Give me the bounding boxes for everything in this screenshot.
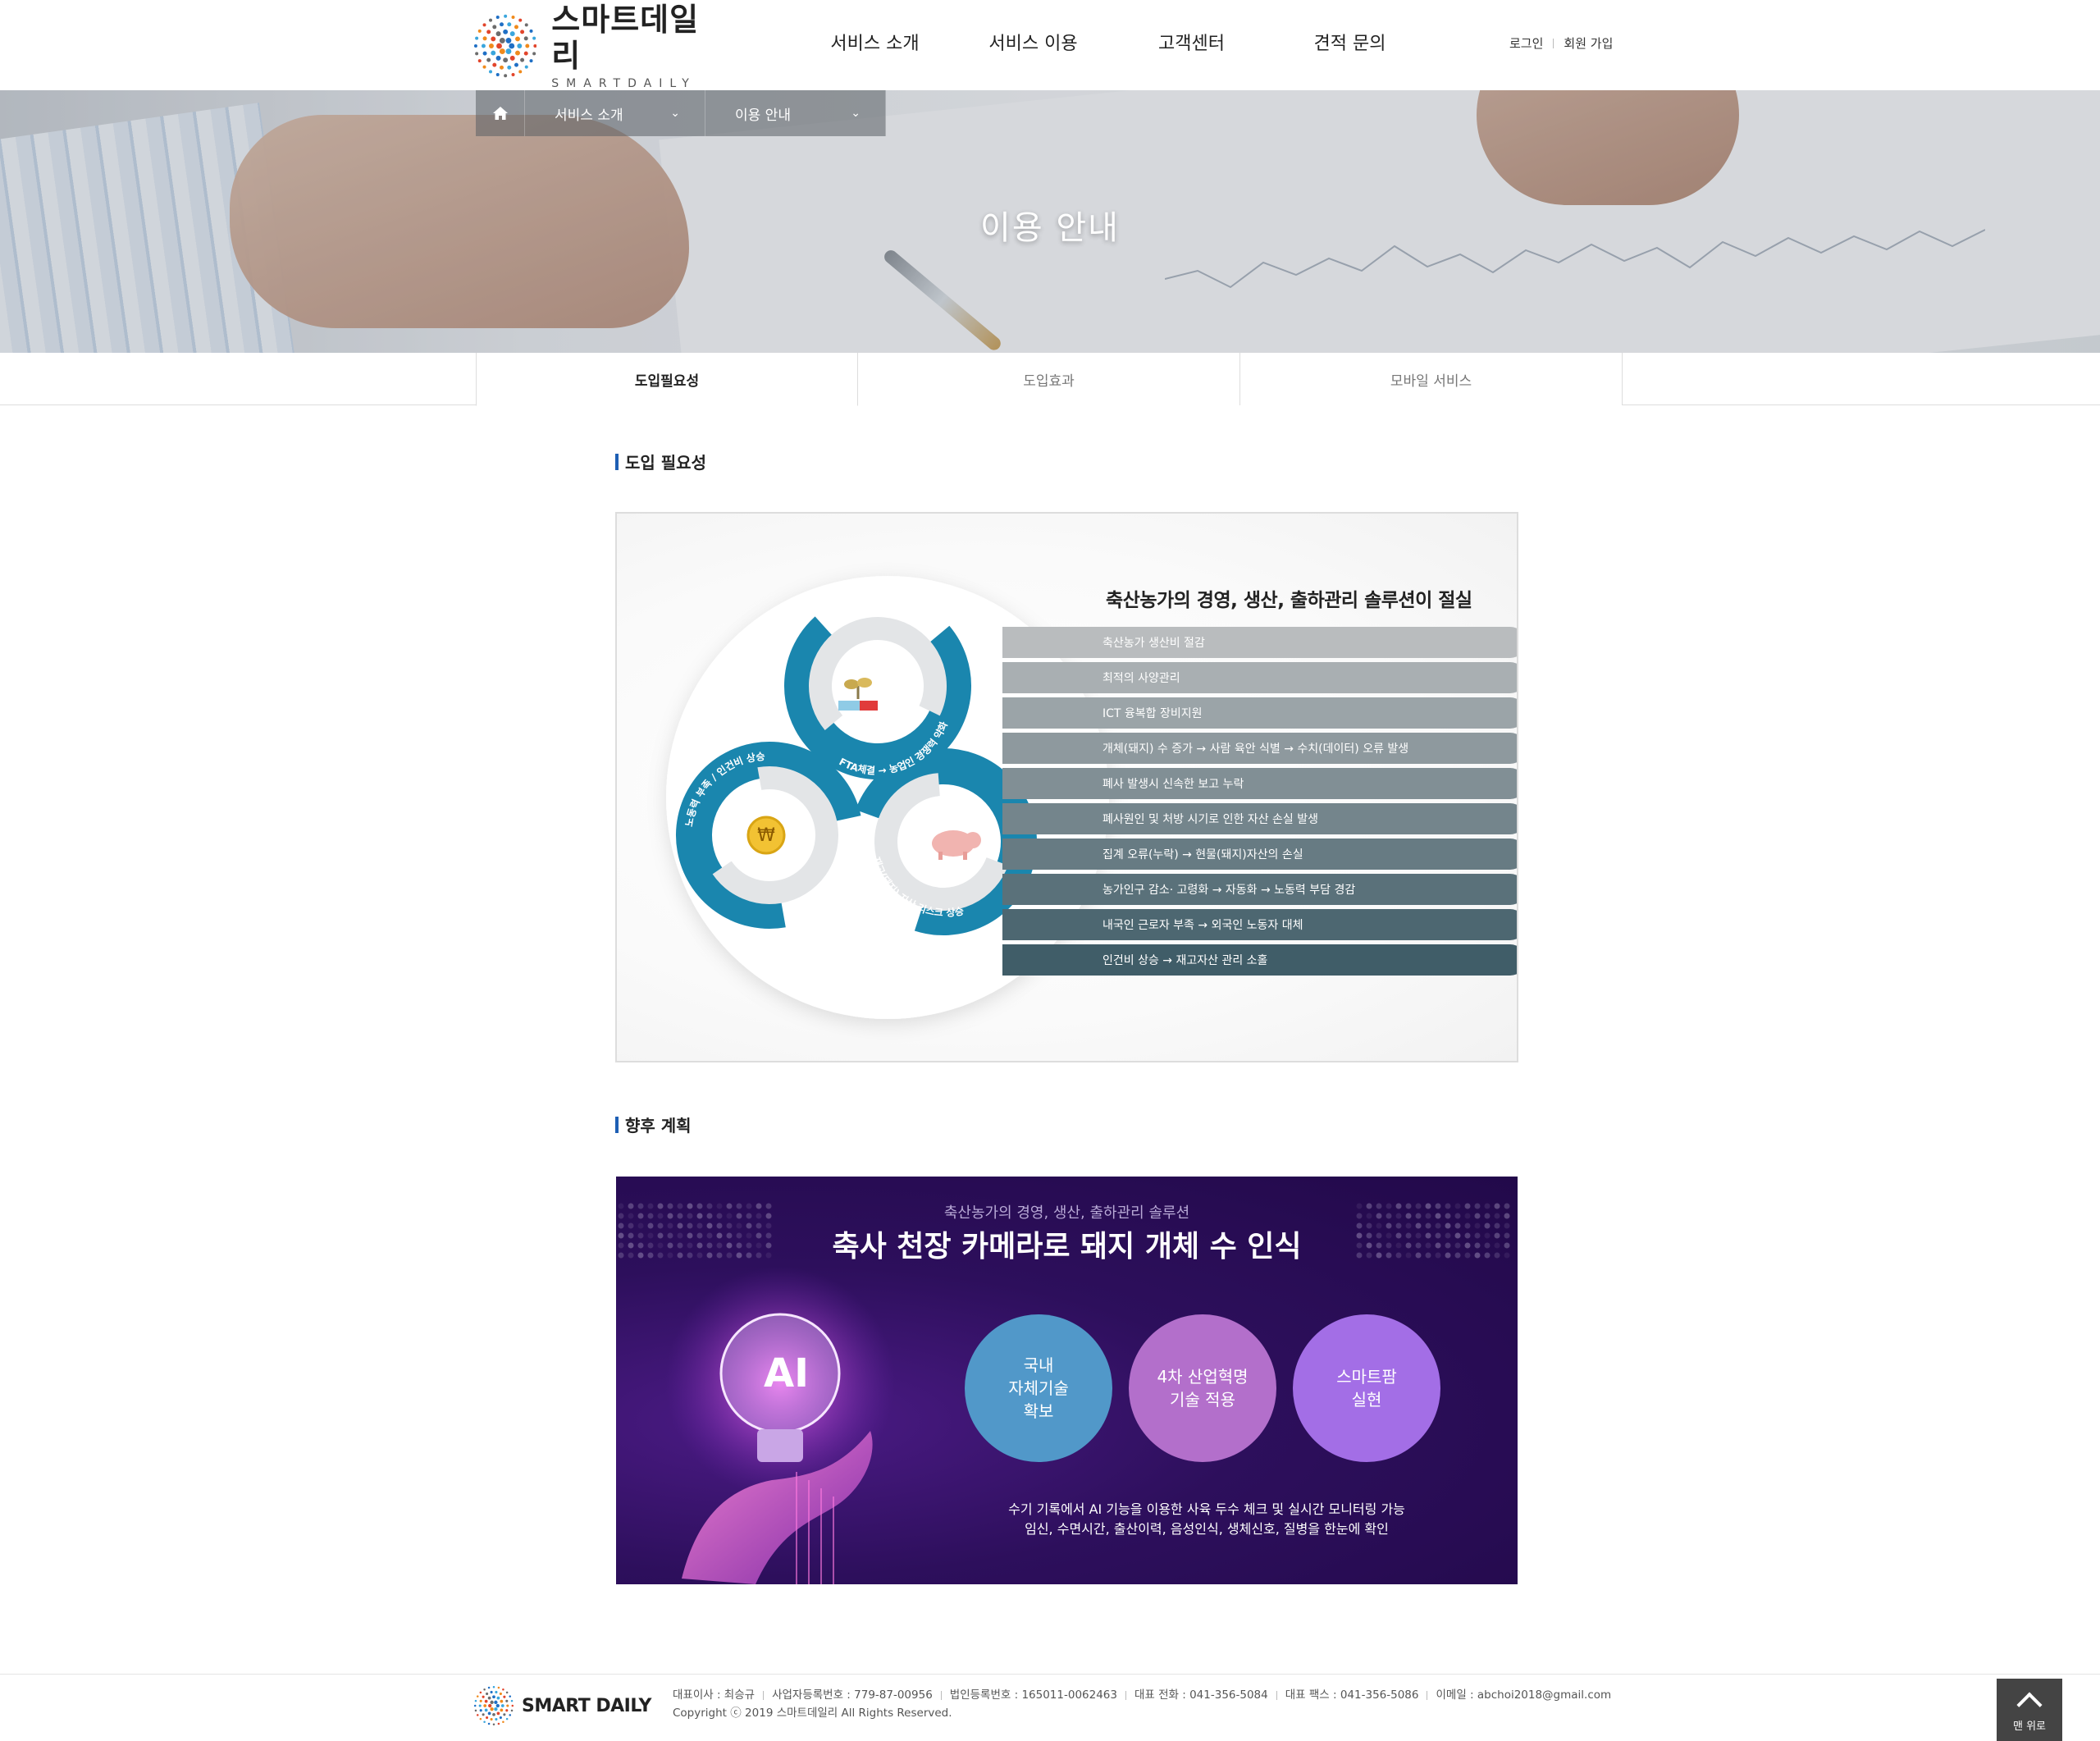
need-list-item-label: 농가인구 감소· 고령화 → 자동화 → 노동력 부담 경감 xyxy=(1102,884,1356,897)
won-coin-icon: ₩ xyxy=(746,816,786,855)
nav-item-estimate[interactable]: 견적 문의 xyxy=(1271,28,1429,61)
need-list-item-label: ICT 융복합 장비지원 xyxy=(1102,707,1203,720)
footer-divider xyxy=(1125,1690,1126,1700)
need-diagram: ₩ FTA체결 → 농업인 경쟁력 약화 노동력 부족 / 인건비 상승 재고(… xyxy=(615,512,1518,1062)
need-list-item-label: 폐사 발생시 신속한 보고 누락 xyxy=(1102,778,1244,791)
sub-tabs: 도입필요성 도입효과 모바일 서비스 xyxy=(476,353,1623,406)
plan-circle-line: 기술 적용 xyxy=(1170,1390,1235,1410)
logo-korean-text: 스마트데일리 xyxy=(551,2,700,74)
breadcrumb-label: 이용 안내 xyxy=(735,107,791,124)
footer-logo-dots-icon xyxy=(474,1686,514,1725)
plan-circle-line: 자체기술 xyxy=(1008,1378,1069,1398)
breadcrumb-label: 서비스 소개 xyxy=(555,107,623,124)
footer-info-item: 대표 전화 : 041-356-5084 xyxy=(1134,1688,1268,1702)
breadcrumb: 서비스 소개 ⌄ 이용 안내 ⌄ xyxy=(476,90,886,136)
section-title-plan: 향후 계획 xyxy=(615,1113,692,1136)
banner-subtitle: 축산농가의 경영, 생산, 출하관리 솔루션 xyxy=(943,1204,1190,1222)
need-list-item: 축산농가 생산비 절감 xyxy=(1002,627,1517,658)
login-link[interactable]: 로그인 xyxy=(1509,34,1543,52)
need-list-item-label: 축산농가 생산비 절감 xyxy=(1102,637,1205,650)
footer-info-item: 사업자등록번호 : 779-87-00956 xyxy=(772,1688,933,1702)
need-list-item-label: 인건비 상승 → 재고자산 관리 소홀 xyxy=(1102,954,1268,967)
breadcrumb-dropdown-service-intro[interactable]: 서비스 소개 ⌄ xyxy=(525,90,705,136)
need-list-item: 최적의 사양관리 xyxy=(1002,662,1517,693)
site-logo[interactable]: 스마트데일리 SMARTDAILY xyxy=(474,2,720,90)
footer-info: 대표이사 : 최승규 사업자등록번호 : 779-87-00956 법인등록번호 :… xyxy=(673,1686,1611,1722)
footer-info-item: 대표이사 : 최승규 xyxy=(673,1688,756,1702)
banner-description: 수기 기록에서 AI 기능을 이용한 사육 두수 체크 및 실시간 모니터링 가… xyxy=(961,1500,1453,1539)
site-header: 스마트데일리 SMARTDAILY 서비스 소개 서비스 이용 고객센터 견적 … xyxy=(0,0,2100,90)
footer-logo: SMART DAILY xyxy=(474,1686,651,1725)
plan-circle-industry-4: 4차 산업혁명기술 적용 xyxy=(1129,1314,1276,1462)
need-list-item: ICT 융복합 장비지원 xyxy=(1002,697,1517,729)
need-list-item-label: 폐사원인 및 처방 시기로 인한 자산 손실 발생 xyxy=(1102,813,1318,826)
plan-circle-line: 확보 xyxy=(1023,1401,1054,1421)
need-list-item: 내국인 근로자 부족 → 외국인 노동자 대체 xyxy=(1002,909,1517,940)
breadcrumb-dropdown-usage-guide[interactable]: 이용 안내 ⌄ xyxy=(705,90,886,136)
sub-visual-banner: 서비스 소개 ⌄ 이용 안내 ⌄ 이용 안내 xyxy=(0,90,2100,353)
site-footer: SMART DAILY 대표이사 : 최승규 사업자등록번호 : 779-87-0… xyxy=(0,1674,2100,1741)
logo-english-text: SMARTDAILY xyxy=(551,77,696,90)
nav-item-service-intro[interactable]: 서비스 소개 xyxy=(796,28,954,61)
banner-desc-line-1: 수기 기록에서 AI 기능을 이용한 사육 두수 체크 및 실시간 모니터링 가… xyxy=(1008,1501,1405,1517)
ai-text: AI xyxy=(764,1350,809,1396)
footer-info-item: 법인등록번호 : 165011-0062463 xyxy=(949,1688,1117,1702)
plan-circle-line: 실현 xyxy=(1351,1390,1382,1410)
need-list-item: 농가인구 감소· 고령화 → 자동화 → 노동력 부담 경감 xyxy=(1002,874,1517,905)
footer-brand: SMART DAILY xyxy=(522,1695,651,1716)
footer-divider xyxy=(1276,1690,1277,1700)
sub-tabs-bar: 도입필요성 도입효과 모바일 서비스 xyxy=(0,353,2100,406)
tab-effect[interactable]: 도입효과 xyxy=(858,353,1240,405)
scroll-top-button[interactable]: 맨 위로 xyxy=(1997,1679,2062,1741)
nav-item-customer-center[interactable]: 고객센터 xyxy=(1112,28,1271,61)
logo-dots-icon xyxy=(474,14,537,78)
need-list-item: 개체(돼지) 수 증가 → 사람 육안 식별 → 수치(데이터) 오류 발생 xyxy=(1002,733,1517,764)
plan-circle-domestic-tech: 국내자체기술확보 xyxy=(965,1314,1112,1462)
need-list: 축산농가 생산비 절감최적의 사양관리 ICT 융복합 장비지원개체(돼지) 수 … xyxy=(1002,627,1517,980)
home-button[interactable] xyxy=(476,90,525,136)
page-title: 이용 안내 xyxy=(980,209,1120,247)
need-list-item-label: 개체(돼지) 수 증가 → 사람 육안 식별 → 수치(데이터) 오류 발생 xyxy=(1102,743,1409,756)
need-list-item-label: 최적의 사양관리 xyxy=(1102,672,1180,685)
plan-circle-line: 4차 산업혁명 xyxy=(1157,1367,1249,1387)
main-nav: 서비스 소개 서비스 이용 고객센터 견적 문의 xyxy=(796,28,1429,61)
plan-circle-smartfarm: 스마트팜실현 xyxy=(1293,1314,1440,1462)
section-title-need: 도입 필요성 xyxy=(615,450,706,473)
tab-need[interactable]: 도입필요성 xyxy=(476,353,858,406)
chevron-down-icon: ⌄ xyxy=(851,107,861,120)
ai-lightbulb-hand-graphic: AI xyxy=(665,1267,895,1584)
svg-text:₩: ₩ xyxy=(757,825,775,846)
plan-circle-line: 스마트팜 xyxy=(1336,1367,1397,1387)
scroll-top-label: 맨 위로 xyxy=(2012,1720,2046,1733)
tab-mobile-service[interactable]: 모바일 서비스 xyxy=(1240,353,1623,405)
need-list-item: 인건비 상승 → 재고자산 관리 소홀 xyxy=(1002,944,1517,976)
home-icon xyxy=(492,107,508,120)
need-list-item: 폐사 발생시 신속한 보고 누락 xyxy=(1002,768,1517,799)
nav-item-service-use[interactable]: 서비스 이용 xyxy=(954,28,1112,61)
arrow-up-icon xyxy=(2016,1691,2043,1718)
util-divider xyxy=(1553,38,1554,48)
chevron-down-icon: ⌄ xyxy=(670,107,680,120)
footer-copyright: Copyright ⓒ 2019 스마트데일리 All Rights Reser… xyxy=(673,1707,952,1720)
need-list-item: 폐사원인 및 처방 시기로 인한 자산 손실 발생 xyxy=(1002,803,1517,834)
future-plan-banner: 축산농가의 경영, 생산, 출하관리 솔루션 축사 천장 카메라로 돼지 개체 … xyxy=(616,1177,1518,1584)
need-list-item: 집계 오류(누락) → 현물(돼지)자산의 손실 xyxy=(1002,839,1517,870)
plan-circle-line: 국내 xyxy=(1023,1355,1054,1375)
footer-info-item: 대표 팩스 : 041-356-5086 xyxy=(1285,1688,1419,1702)
footer-info-item: 이메일 : abchoi2018@gmail.com xyxy=(1436,1688,1612,1702)
footer-divider xyxy=(763,1690,765,1700)
util-links: 로그인 회원 가입 xyxy=(1509,34,1613,52)
diagram-heading: 축산농가의 경영, 생산, 출하관리 솔루션이 절실 xyxy=(1106,590,1472,611)
need-list-item-label: 집계 오류(누락) → 현물(돼지)자산의 손실 xyxy=(1102,848,1303,861)
footer-divider xyxy=(940,1690,942,1700)
banner-title: 축사 천장 카메라로 돼지 개체 수 인식 xyxy=(832,1230,1302,1263)
banner-desc-line-2: 임신, 수면시간, 출산이력, 음성인식, 생체신호, 질병을 한눈에 확인 xyxy=(1025,1521,1389,1537)
signup-link[interactable]: 회원 가입 xyxy=(1564,34,1613,52)
need-list-item-label: 내국인 근로자 부족 → 외국인 노동자 대체 xyxy=(1102,919,1303,932)
